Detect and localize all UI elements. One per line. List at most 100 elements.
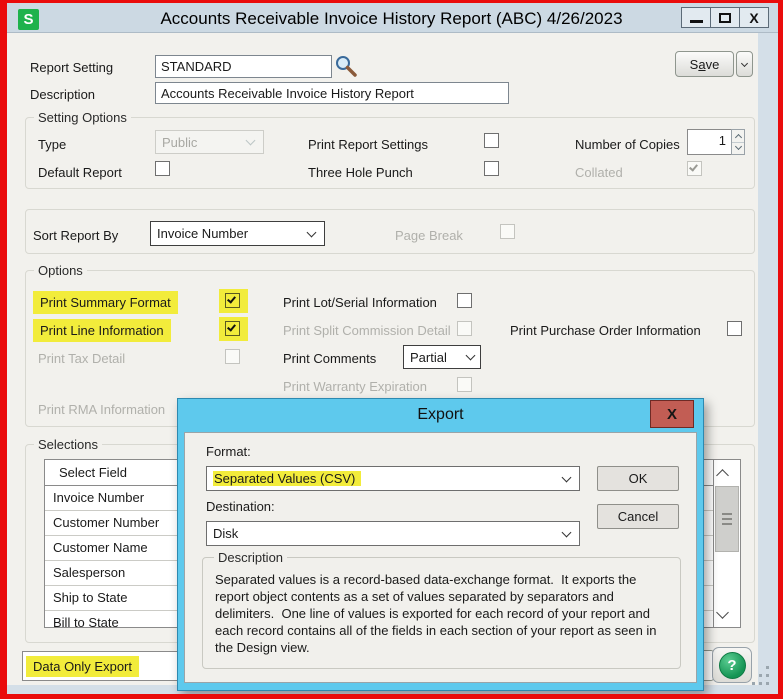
export-dialog-title: Export — [178, 406, 703, 424]
type-label: Type — [38, 137, 66, 152]
print-comments-label: Print Comments — [283, 351, 376, 366]
sort-report-by-label: Sort Report By — [33, 228, 118, 243]
report-setting-field[interactable]: STANDARD — [155, 55, 332, 78]
type-combo[interactable]: Public — [155, 130, 264, 154]
print-lot-serial-checkbox[interactable] — [457, 293, 472, 308]
chevron-down-icon — [734, 143, 741, 150]
print-purchase-order-label: Print Purchase Order Information — [510, 323, 701, 338]
resize-grip-icon[interactable] — [766, 666, 769, 669]
data-only-export-combo[interactable]: Data Only Export — [22, 651, 178, 681]
stepper-down-button[interactable] — [732, 143, 744, 155]
destination-label: Destination: — [206, 499, 275, 514]
print-warranty-expiration-checkbox[interactable] — [457, 377, 472, 392]
window-frame-right — [758, 33, 778, 694]
number-of-copies-stepper — [731, 129, 745, 155]
scroll-up-button[interactable] — [714, 460, 740, 486]
chevron-down-icon — [562, 472, 572, 482]
resize-grip-icon[interactable] — [759, 674, 762, 677]
close-button[interactable]: X — [739, 7, 769, 28]
format-label: Format: — [206, 444, 251, 459]
screenshot-root: S Accounts Receivable Invoice History Re… — [0, 0, 783, 699]
export-dialog: Export X Format: Separated Values (CSV) … — [177, 398, 704, 691]
chevron-up-icon — [734, 134, 741, 141]
annotation-border — [0, 0, 783, 3]
scrollbar-thumb[interactable] — [715, 486, 739, 552]
default-report-checkbox[interactable] — [155, 161, 170, 176]
data-only-export-value: Data Only Export — [26, 656, 139, 677]
collated-label: Collated — [575, 165, 623, 180]
type-value: Public — [156, 135, 247, 150]
print-tax-detail-checkbox[interactable] — [225, 349, 240, 364]
resize-grip-icon[interactable] — [752, 682, 755, 685]
options-legend: Options — [34, 263, 87, 278]
collated-checkbox[interactable] — [687, 161, 702, 176]
print-line-information-checkbox[interactable] — [225, 321, 240, 336]
export-dialog-body: Format: Separated Values (CSV) OK Destin… — [184, 432, 697, 683]
print-report-settings-label: Print Report Settings — [308, 137, 428, 152]
cancel-button[interactable]: Cancel — [597, 504, 679, 529]
stepper-up-button[interactable] — [732, 130, 744, 142]
setting-options-legend: Setting Options — [34, 110, 131, 125]
resize-grip-icon[interactable] — [766, 674, 769, 677]
print-split-commission-label: Print Split Commission Detail — [283, 323, 451, 338]
window-title: Accounts Receivable Invoice History Repo… — [0, 9, 783, 29]
sort-report-by-combo[interactable]: Invoice Number — [150, 221, 325, 246]
three-hole-punch-checkbox[interactable] — [484, 161, 499, 176]
scroll-down-button[interactable] — [714, 601, 740, 627]
thumb-grip-icon — [722, 518, 732, 520]
export-dialog-close-button[interactable]: X — [650, 400, 694, 428]
save-menu-button[interactable] — [736, 51, 753, 77]
print-rma-information-label: Print RMA Information — [38, 402, 165, 417]
chevron-down-icon — [741, 59, 748, 66]
print-summary-format-label: Print Summary Format — [33, 291, 178, 314]
resize-grip-icon[interactable] — [759, 682, 762, 685]
save-button[interactable]: Save — [675, 51, 734, 77]
chevron-down-icon — [466, 351, 476, 361]
selections-legend: Selections — [34, 437, 102, 452]
print-comments-value: Partial — [404, 350, 467, 365]
checkmark-icon — [689, 162, 698, 171]
chevron-up-icon — [716, 469, 729, 482]
default-report-label: Default Report — [38, 165, 122, 180]
print-comments-combo[interactable]: Partial — [403, 345, 481, 369]
export-description-group: Separated values is a record-based data-… — [202, 557, 681, 669]
annotation-border — [0, 0, 7, 699]
number-of-copies-label: Number of Copies — [575, 137, 680, 152]
ok-button[interactable]: OK — [597, 466, 679, 491]
print-line-information-label: Print Line Information — [33, 319, 171, 342]
chevron-down-icon — [716, 606, 729, 619]
maximize-button[interactable] — [710, 7, 740, 28]
minimize-icon — [690, 20, 703, 23]
help-button[interactable]: ? — [712, 647, 752, 683]
minimize-button[interactable] — [681, 7, 711, 28]
export-description-text: Separated values is a record-based data-… — [215, 571, 673, 656]
close-icon: X — [749, 10, 758, 26]
format-combo[interactable]: Separated Values (CSV) — [206, 466, 580, 491]
sort-report-by-value: Invoice Number — [151, 226, 308, 241]
thumb-grip-icon — [722, 523, 732, 525]
print-report-settings-checkbox[interactable] — [484, 133, 499, 148]
selections-scrollbar — [714, 459, 741, 628]
annotation-border — [778, 0, 783, 699]
lookup-magnifier-icon[interactable] — [334, 54, 358, 78]
report-setting-label: Report Setting — [30, 60, 113, 75]
window-controls: X — [682, 7, 769, 28]
print-split-commission-checkbox[interactable] — [457, 321, 472, 336]
description-label: Description — [30, 87, 95, 102]
destination-combo[interactable]: Disk — [206, 521, 580, 546]
chevron-down-icon — [246, 136, 256, 146]
print-summary-format-checkbox[interactable] — [225, 293, 240, 308]
print-lot-serial-label: Print Lot/Serial Information — [283, 295, 437, 310]
checkmark-icon — [227, 294, 236, 303]
print-purchase-order-checkbox[interactable] — [727, 321, 742, 336]
description-field[interactable]: Accounts Receivable Invoice History Repo… — [155, 82, 509, 104]
chevron-down-icon — [307, 227, 317, 237]
sort-panel — [25, 209, 755, 254]
thumb-grip-icon — [722, 513, 732, 515]
three-hole-punch-label: Three Hole Punch — [308, 165, 413, 180]
number-of-copies-field[interactable]: 1 — [687, 129, 732, 155]
page-break-label: Page Break — [395, 228, 463, 243]
resize-grip-icon[interactable] — [766, 682, 769, 685]
maximize-icon — [719, 13, 731, 23]
page-break-checkbox[interactable] — [500, 224, 515, 239]
